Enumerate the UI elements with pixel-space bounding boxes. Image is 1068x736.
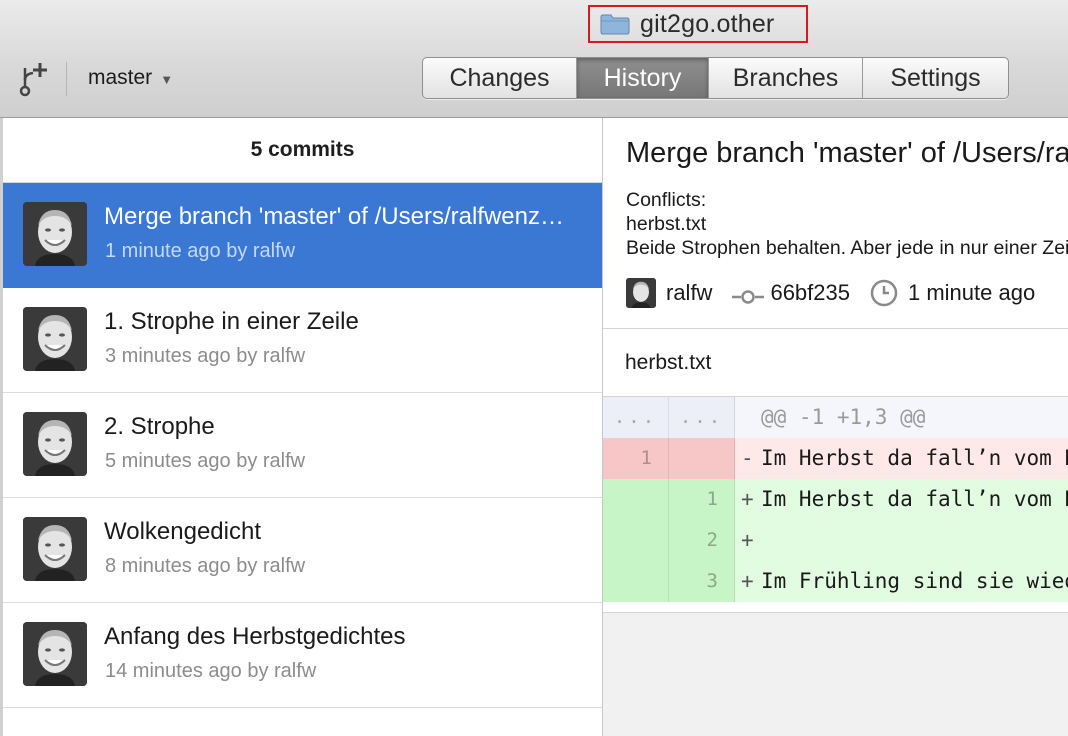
diff-code: + Im Herbst da fall’n vom Baum die Blätte… — [735, 479, 1068, 520]
diff-sign: + — [741, 528, 754, 552]
view-tabs: Changes History Branches Settings — [422, 57, 1009, 99]
commit-title: Anfang des Herbstgedichtes — [104, 623, 406, 650]
hunk-text: @@ -1 +1,3 @@ — [761, 405, 926, 429]
old-line-number: 1 — [603, 438, 669, 479]
commit-row[interactable]: Merge branch 'master' of /Users/ralfwenz… — [3, 183, 602, 288]
diff-line-added: 1+ Im Herbst da fall’n vom Baum die Blätt… — [603, 479, 1068, 520]
commit-row[interactable]: Wolkengedicht 8 minutes ago by ralfw — [3, 498, 602, 603]
diff-line-added: 2 + — [603, 520, 1068, 561]
old-line-number — [603, 479, 669, 520]
commit-detail-header: Merge branch 'master' of /Users/ralfw Co… — [603, 118, 1068, 329]
commit-title: Wolkengedicht — [104, 518, 261, 545]
diff-code: -Im Herbst da fall’n vom Baum die Blätte… — [735, 438, 1068, 479]
avatar — [23, 307, 87, 371]
commit-message-body: Conflicts: herbst.txt Beide Strophen beh… — [626, 189, 1068, 259]
tab-history[interactable]: History — [577, 58, 709, 98]
commit-meta: 3 minutes ago by ralfw — [105, 345, 306, 367]
commit-detail-panel: Merge branch 'master' of /Users/ralfw Co… — [603, 118, 1068, 736]
diff-text: Im Frühling sind sie wieder da. — [761, 569, 1068, 593]
commit-icon — [732, 285, 765, 304]
diff-text: Im Herbst da fall’n vom Baum die Blätter… — [761, 446, 1068, 470]
branch-selector[interactable]: master ▼ — [88, 66, 173, 90]
old-line-number — [603, 520, 669, 561]
tab-branches[interactable]: Branches — [709, 58, 863, 98]
diff-file-header[interactable]: herbst.txt — [603, 329, 1068, 397]
new-line-number — [669, 438, 735, 479]
avatar — [23, 622, 87, 686]
commit-row[interactable]: Anfang des Herbstgedichtes 14 minutes ago… — [3, 603, 602, 708]
window-title-text: git2go.other — [640, 9, 775, 38]
commit-title: 2. Strophe — [104, 413, 215, 440]
diff-sign: - — [741, 446, 754, 470]
commit-row[interactable]: 1. Strophe in einer Zeile 3 minutes ago b… — [3, 288, 602, 393]
toolbar-separator — [66, 62, 67, 96]
commit-meta: 8 minutes ago by ralfw — [105, 555, 306, 577]
commit-title: Merge branch 'master' of /Users/ralfwenz… — [104, 203, 574, 230]
folder-icon — [600, 13, 630, 35]
branch-name: master — [88, 66, 153, 89]
new-branch-icon[interactable] — [18, 60, 50, 98]
diff-sign: + — [741, 487, 754, 511]
commit-detail-title: Merge branch 'master' of /Users/ralfw — [626, 137, 1068, 169]
new-line-number: ... — [669, 397, 735, 438]
avatar — [626, 278, 656, 308]
diff-code: + Im Frühling sind sie wieder da. — [735, 561, 1068, 602]
commit-row[interactable]: 2. Strophe 5 minutes ago by ralfw — [3, 393, 602, 498]
diff-hunk-header: ... ... @@ -1 +1,3 @@ — [603, 397, 1068, 438]
diff-line-deleted: 1 -Im Herbst da fall’n vom Baum die Blätt… — [603, 438, 1068, 479]
commit-count-header: 5 commits — [3, 118, 602, 183]
old-line-number: ... — [603, 397, 669, 438]
avatar — [23, 517, 87, 581]
commit-author[interactable]: ralfw — [666, 280, 712, 306]
commit-meta: 1 minute ago by ralfw — [105, 240, 296, 262]
avatar — [23, 412, 87, 476]
old-line-number — [603, 561, 669, 602]
commit-meta: 5 minutes ago by ralfw — [105, 450, 306, 472]
tab-changes[interactable]: Changes — [423, 58, 577, 98]
window-title: git2go.other — [588, 5, 808, 43]
toolbar: git2go.other master ▼ Changes History Br… — [0, 0, 1068, 118]
diff-view: ... ... @@ -1 +1,3 @@ 1- Im Herbst da fal… — [603, 397, 1068, 613]
commit-sha[interactable]: 66bf235 — [770, 280, 850, 306]
new-line-number: 2 — [669, 520, 735, 561]
tab-settings[interactable]: Settings — [863, 58, 1008, 98]
commit-list-panel: 5 commits Merge branch 'master' of /User… — [0, 118, 603, 736]
diff-sign: + — [741, 569, 754, 593]
diff-code: + — [735, 520, 1068, 561]
diff-line-added: 3+ Im Frühling sind sie wieder da. — [603, 561, 1068, 602]
commit-meta-row: ralfw 66bf235 1 minute ago — [626, 278, 1035, 308]
commit-meta: 14 minutes ago by ralfw — [105, 660, 317, 682]
new-line-number: 3 — [669, 561, 735, 602]
diff-text: Im Herbst da fall’n vom Baum die Blätter… — [761, 487, 1068, 511]
diff-file-name: herbst.txt — [625, 351, 712, 374]
commit-title: 1. Strophe in einer Zeile — [104, 308, 359, 335]
caret-down-icon: ▼ — [160, 71, 174, 87]
new-line-number: 1 — [669, 479, 735, 520]
avatar — [23, 202, 87, 266]
commit-time: 1 minute ago — [907, 280, 1036, 305]
clock-icon — [870, 279, 898, 307]
diff-footer — [603, 602, 1068, 613]
